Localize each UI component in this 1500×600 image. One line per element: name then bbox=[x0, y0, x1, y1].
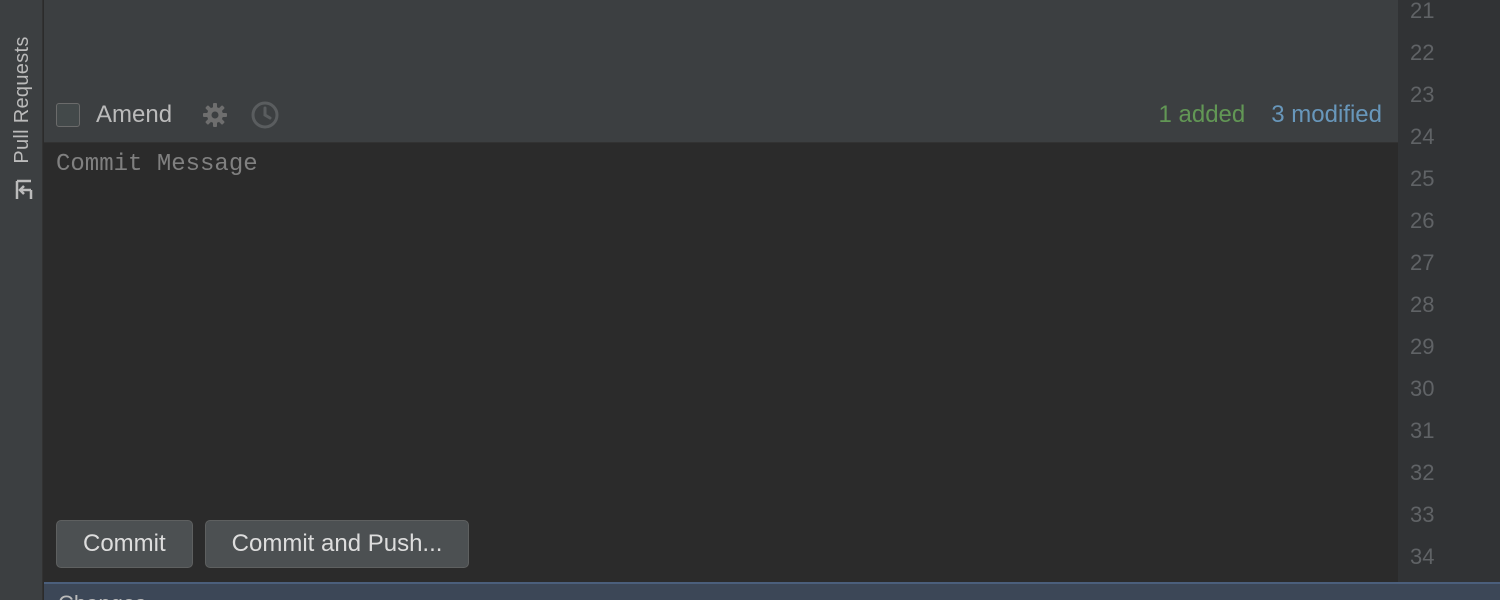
commit-button[interactable]: Commit bbox=[56, 520, 193, 568]
line-number: 22 bbox=[1410, 40, 1435, 65]
changes-area: Amend 1 added 3 modified bbox=[44, 0, 1398, 143]
line-number: 27 bbox=[1410, 250, 1435, 275]
line-number: 34 bbox=[1410, 544, 1435, 569]
pull-requests-tab-label: Pull Requests bbox=[11, 36, 33, 164]
commit-message-input[interactable] bbox=[44, 143, 1398, 513]
line-number: 32 bbox=[1410, 460, 1435, 485]
change-stats: 1 added 3 modified bbox=[1159, 96, 1383, 134]
left-tool-strip: Pull Requests bbox=[0, 0, 43, 600]
ide-window: Pull Requests Amend 1 added 3 modified C… bbox=[0, 0, 1500, 600]
changes-tool-window-header[interactable]: Changes bbox=[44, 582, 1500, 600]
line-number: 30 bbox=[1410, 376, 1435, 401]
editor-gutter: 21 22 23 24 25 26 27 28 29 30 31 32 33 3… bbox=[1398, 0, 1500, 582]
line-number: 24 bbox=[1410, 124, 1435, 149]
line-number: 26 bbox=[1410, 208, 1435, 233]
clock-icon[interactable] bbox=[250, 100, 280, 130]
amend-checkbox[interactable] bbox=[56, 103, 80, 127]
commit-button-row: Commit Commit and Push... bbox=[56, 520, 470, 568]
line-number: 23 bbox=[1410, 82, 1435, 107]
changes-label: Changes bbox=[58, 592, 146, 600]
line-number: 31 bbox=[1410, 418, 1435, 443]
line-number: 21 bbox=[1410, 0, 1435, 23]
amend-label[interactable]: Amend bbox=[96, 101, 172, 129]
modified-count: 3 modified bbox=[1271, 101, 1382, 128]
line-number: 28 bbox=[1410, 292, 1435, 317]
gear-icon[interactable] bbox=[200, 100, 230, 130]
line-number: 33 bbox=[1410, 502, 1435, 527]
pull-requests-tab[interactable]: Pull Requests bbox=[6, 18, 38, 208]
commit-panel: Amend 1 added 3 modified Commit Message … bbox=[44, 0, 1398, 582]
line-number: 25 bbox=[1410, 166, 1435, 191]
added-count: 1 added bbox=[1158, 101, 1246, 128]
amend-row: Amend bbox=[56, 96, 280, 134]
pull-request-icon bbox=[12, 178, 36, 202]
commit-and-push-button[interactable]: Commit and Push... bbox=[204, 520, 470, 568]
line-number: 29 bbox=[1410, 334, 1435, 359]
